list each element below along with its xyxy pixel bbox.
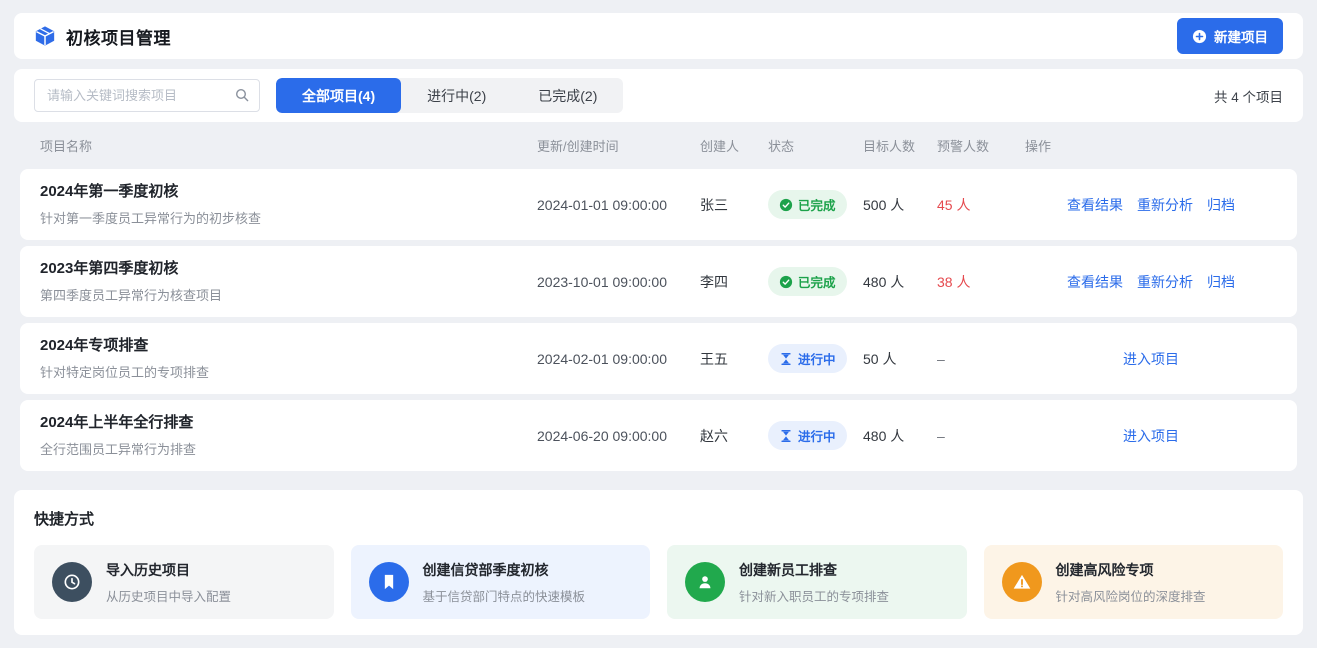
project-target-count: 50 人 [863,349,937,369]
shortcut-description: 针对高风险岗位的深度排查 [1056,586,1206,605]
clock-icon [52,562,92,602]
column-header-target: 目标人数 [863,136,937,155]
archive-link[interactable]: 归档 [1207,195,1235,215]
project-time: 2023-10-01 09:00:00 [537,274,700,290]
column-header-name: 项目名称 [40,136,537,155]
table-row: 2024年专项排查 针对特定岗位员工的专项排查 2024-02-01 09:00… [20,323,1297,394]
search-box [34,79,260,112]
table-row: 2023年第四季度初核 第四季度员工异常行为核查项目 2023-10-01 09… [20,246,1297,317]
enter-project-link[interactable]: 进入项目 [1123,426,1179,446]
project-creator: 赵六 [700,426,768,446]
status-badge-label: 进行中 [798,349,836,368]
project-creator: 王五 [700,349,768,369]
search-input[interactable] [34,79,260,112]
shortcut-import-history[interactable]: 导入历史项目 从历史项目中导入配置 [34,545,334,619]
shortcut-title: 创建高风险专项 [1056,560,1206,580]
user-icon [685,562,725,602]
project-name: 2024年专项排查 [40,337,537,355]
project-creator: 张三 [700,195,768,215]
shortcut-description: 从历史项目中导入配置 [106,586,231,605]
reanalyze-link[interactable]: 重新分析 [1137,272,1193,292]
enter-project-link[interactable]: 进入项目 [1123,349,1179,369]
title-bar: 初核项目管理 新建项目 [14,13,1303,59]
hourglass-icon [779,429,793,443]
new-project-button[interactable]: 新建项目 [1177,18,1283,54]
status-badge: 进行中 [768,344,847,373]
shortcut-credit-dept-template[interactable]: 创建信贷部季度初核 基于信贷部门特点的快速模板 [351,545,651,619]
table-row: 2024年第一季度初核 针对第一季度员工异常行为的初步核查 2024-01-01… [20,169,1297,240]
warning-icon [1002,562,1042,602]
check-circle-icon [779,198,793,212]
total-project-count: 共 4 个项目 [1214,86,1283,106]
table-header: 项目名称 更新/创建时间 创建人 状态 目标人数 预警人数 操作 [20,122,1297,169]
project-description: 针对第一季度员工异常行为的初步核查 [40,208,537,227]
page-title: 初核项目管理 [66,24,171,49]
project-time: 2024-02-01 09:00:00 [537,351,700,367]
project-management-page: 初核项目管理 新建项目 全部项目(4) 进行中(2) 已完成(2) 共 4 个项… [0,0,1317,648]
tab-all-projects[interactable]: 全部项目(4) [276,78,401,113]
status-badge-label: 已完成 [798,272,836,291]
project-name: 2023年第四季度初核 [40,260,537,278]
project-description: 针对特定岗位员工的专项排查 [40,362,537,381]
project-warning-count: – [937,428,1025,444]
view-results-link[interactable]: 查看结果 [1067,195,1123,215]
cube-logo-icon [34,25,56,47]
status-badge: 已完成 [768,267,847,296]
project-warning-count: – [937,351,1025,367]
table-row: 2024年上半年全行排查 全行范围员工异常行为排查 2024-06-20 09:… [20,400,1297,471]
plus-circle-icon [1192,29,1207,44]
status-filter-tabs: 全部项目(4) 进行中(2) 已完成(2) [276,78,623,113]
column-header-warning: 预警人数 [937,136,1025,155]
check-circle-icon [779,275,793,289]
shortcuts-title: 快捷方式 [34,508,1283,529]
tab-in-progress[interactable]: 进行中(2) [401,78,512,113]
tab-completed[interactable]: 已完成(2) [512,78,623,113]
project-target-count: 500 人 [863,195,937,215]
column-header-creator: 创建人 [700,136,768,155]
project-target-count: 480 人 [863,272,937,292]
shortcut-title: 创建新员工排查 [739,560,889,580]
status-badge-label: 已完成 [798,195,836,214]
view-results-link[interactable]: 查看结果 [1067,272,1123,292]
project-time: 2024-01-01 09:00:00 [537,197,700,213]
status-badge: 已完成 [768,190,847,219]
new-project-button-label: 新建项目 [1214,26,1268,46]
project-time: 2024-06-20 09:00:00 [537,428,700,444]
project-description: 全行范围员工异常行为排查 [40,439,537,458]
project-target-count: 480 人 [863,426,937,446]
hourglass-icon [779,352,793,366]
bookmark-icon [369,562,409,602]
status-badge-label: 进行中 [798,426,836,445]
filter-bar: 全部项目(4) 进行中(2) 已完成(2) 共 4 个项目 [14,69,1303,122]
search-icon[interactable] [234,87,250,103]
project-warning-count: 38 人 [937,272,1025,292]
project-name: 2024年上半年全行排查 [40,414,537,432]
shortcut-description: 针对新入职员工的专项排查 [739,586,889,605]
archive-link[interactable]: 归档 [1207,272,1235,292]
project-list: 2024年第一季度初核 针对第一季度员工异常行为的初步核查 2024-01-01… [14,169,1303,471]
status-badge: 进行中 [768,421,847,450]
shortcut-title: 创建信贷部季度初核 [423,560,586,580]
reanalyze-link[interactable]: 重新分析 [1137,195,1193,215]
shortcut-description: 基于信贷部门特点的快速模板 [423,586,586,605]
shortcut-title: 导入历史项目 [106,560,231,580]
column-header-status: 状态 [768,136,863,155]
column-header-time: 更新/创建时间 [537,136,700,155]
column-header-actions: 操作 [1025,136,1277,155]
project-name: 2024年第一季度初核 [40,183,537,201]
project-warning-count: 45 人 [937,195,1025,215]
shortcut-new-employee-check[interactable]: 创建新员工排查 针对新入职员工的专项排查 [667,545,967,619]
project-creator: 李四 [700,272,768,292]
project-description: 第四季度员工异常行为核查项目 [40,285,537,304]
shortcut-high-risk-special[interactable]: 创建高风险专项 针对高风险岗位的深度排查 [984,545,1284,619]
shortcuts-section: 快捷方式 导入历史项目 从历史项目中导入配置 [14,490,1303,635]
